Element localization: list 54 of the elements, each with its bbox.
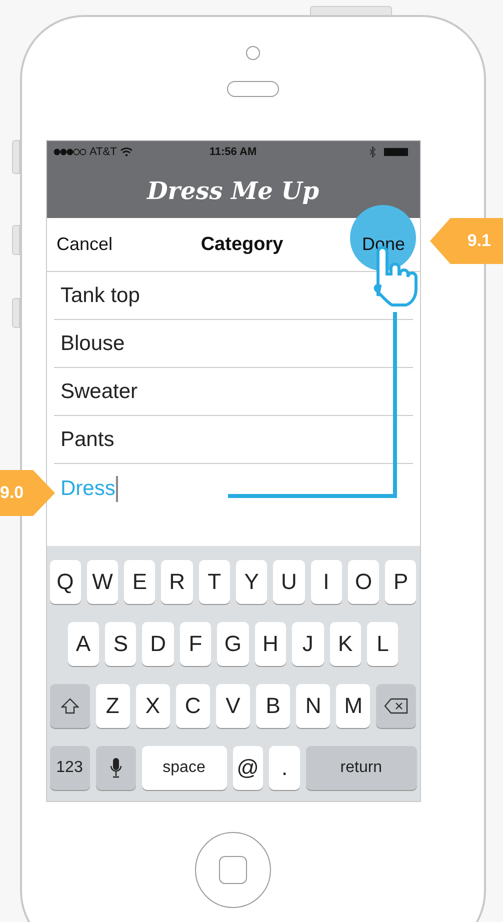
dictation-key[interactable] [96, 746, 136, 790]
keyboard-key[interactable]: C [176, 684, 210, 728]
keyboard-key[interactable]: Y [236, 560, 268, 604]
wifi-icon [120, 147, 133, 157]
keyboard-key[interactable]: N [296, 684, 330, 728]
keyboard-key[interactable]: Q [50, 560, 81, 604]
space-key[interactable]: space [142, 746, 226, 790]
keyboard-key[interactable]: U [273, 560, 305, 604]
keyboard-key[interactable]: P [385, 560, 416, 604]
keyboard-key[interactable]: . [269, 746, 300, 790]
delete-key[interactable] [376, 684, 416, 728]
keyboard-key[interactable]: F [180, 622, 212, 666]
keyboard-key[interactable]: T [198, 560, 230, 604]
camera-icon [246, 46, 260, 60]
keyboard-key[interactable]: O [348, 560, 380, 604]
keyboard-key[interactable]: K [330, 622, 361, 666]
keyboard-key[interactable]: X [136, 684, 170, 728]
keyboard-key[interactable]: R [161, 560, 193, 604]
return-key[interactable]: return [306, 746, 417, 790]
shift-icon [60, 698, 78, 714]
keyboard-key[interactable]: J [292, 622, 324, 666]
keyboard-key[interactable]: H [254, 622, 286, 666]
delete-icon [384, 698, 408, 714]
keyboard-key[interactable]: B [256, 684, 290, 728]
home-square-icon [219, 856, 247, 884]
keyboard-key[interactable]: M [336, 684, 370, 728]
keyboard-key[interactable]: V [216, 684, 250, 728]
keyboard-key[interactable]: D [142, 622, 174, 666]
speaker-icon [227, 81, 279, 97]
keyboard-key[interactable]: I [310, 560, 342, 604]
keyboard-key[interactable]: G [217, 622, 249, 666]
status-time: 11:56 AM [209, 146, 257, 158]
keyboard-key[interactable]: @ [232, 746, 264, 790]
category-row[interactable]: Pants [54, 416, 412, 464]
bluetooth-icon [368, 146, 376, 158]
keyboard-key[interactable]: E [124, 560, 156, 604]
carrier-label: AT&T [90, 146, 117, 158]
signal-icon [52, 148, 86, 156]
keyboard-key[interactable]: L [367, 622, 398, 666]
keyboard-key[interactable]: Z [96, 684, 130, 728]
battery-icon [384, 148, 408, 156]
numbers-key[interactable]: 123 [50, 746, 90, 790]
category-row[interactable]: Sweater [54, 368, 412, 416]
keyboard-key[interactable]: W [86, 560, 118, 604]
text-cursor [116, 476, 118, 502]
category-row[interactable]: Blouse [54, 320, 412, 368]
home-button[interactable] [195, 832, 271, 908]
shift-key[interactable] [50, 684, 90, 728]
nav-title: Category [200, 234, 284, 256]
app-title: Dress Me Up [146, 176, 319, 205]
cancel-button[interactable]: Cancel [56, 234, 113, 255]
microphone-icon [110, 757, 122, 779]
keyboard-key[interactable]: S [104, 622, 136, 666]
keyboard-key[interactable]: A [68, 622, 99, 666]
